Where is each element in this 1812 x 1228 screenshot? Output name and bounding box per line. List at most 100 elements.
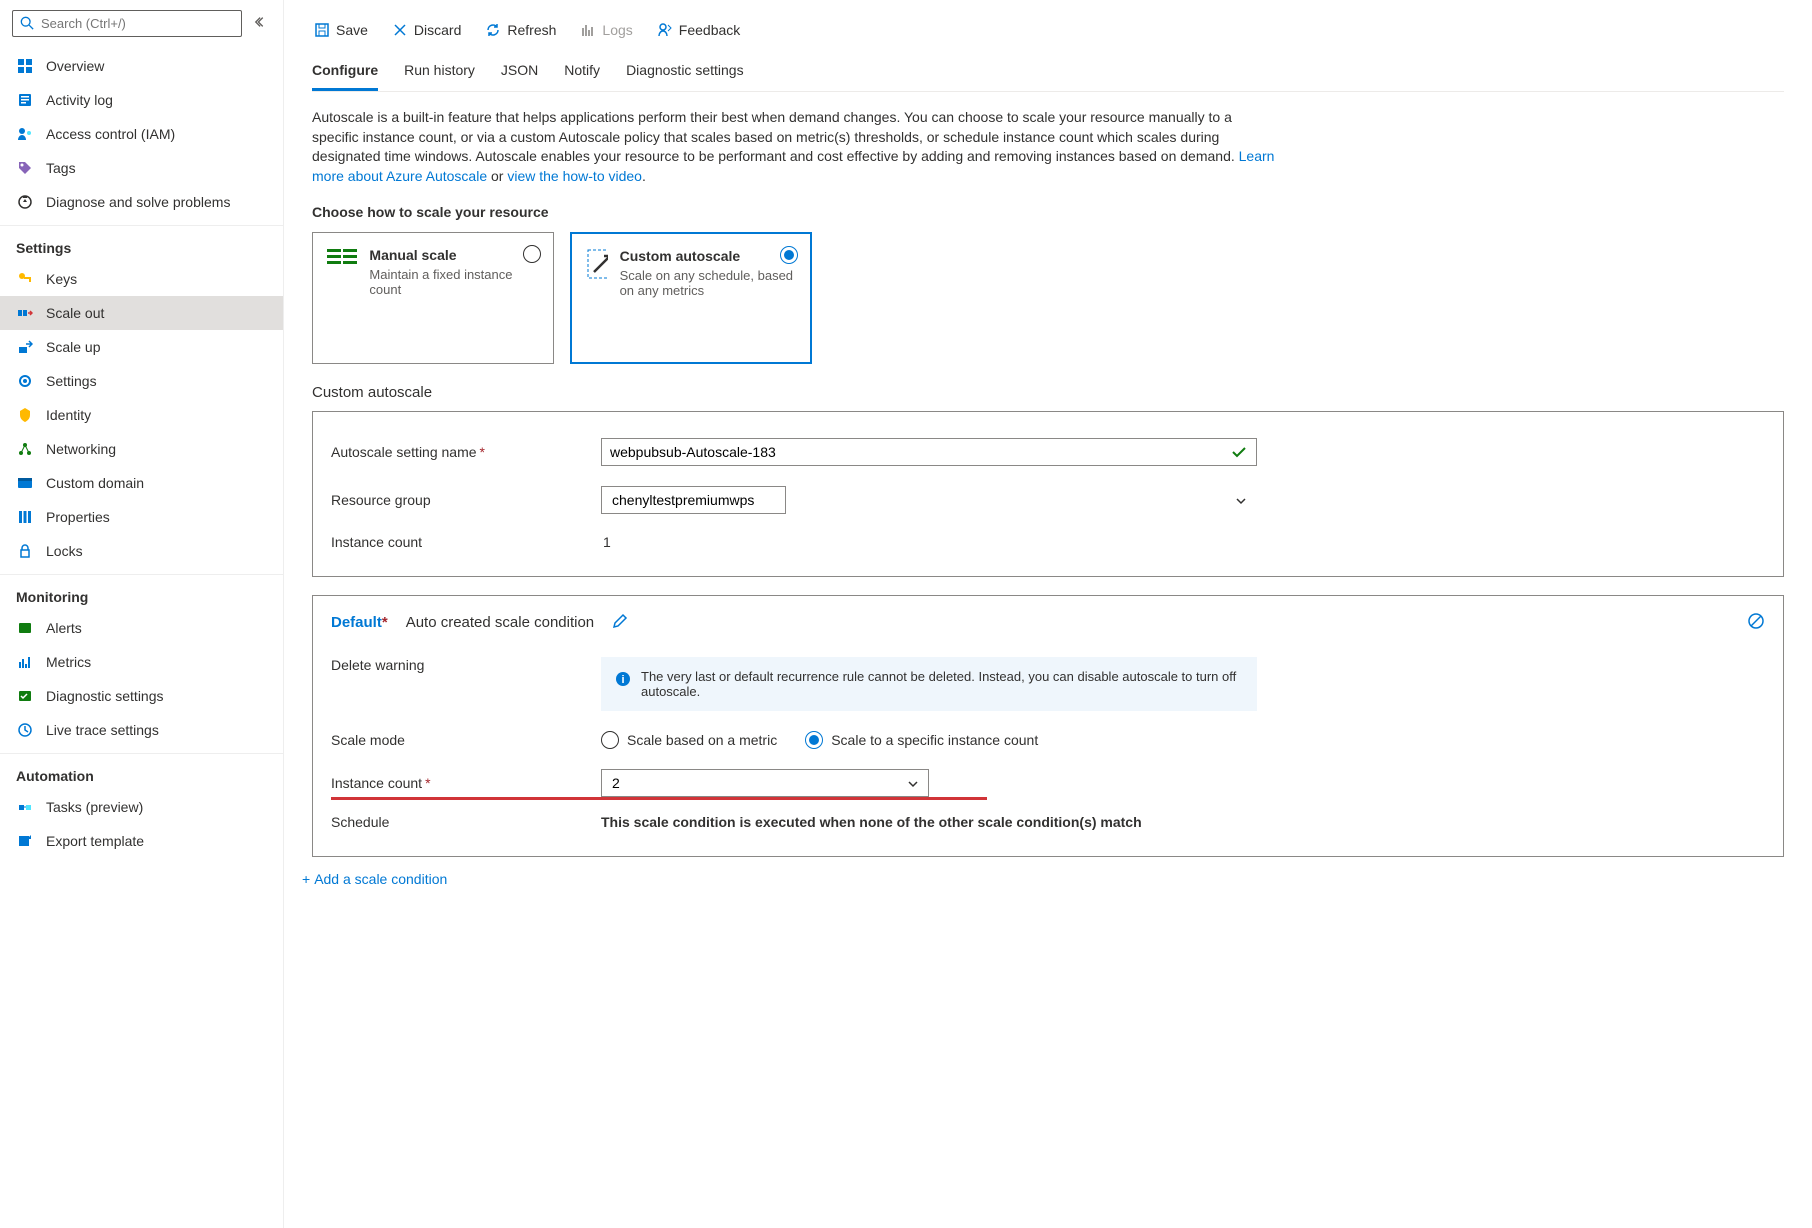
nav-label: Overview xyxy=(46,58,104,74)
nav-label: Diagnose and solve problems xyxy=(46,194,230,210)
nav-label: Tags xyxy=(46,160,76,176)
custom-autoscale-title: Custom autoscale xyxy=(312,384,1784,401)
radio-metric[interactable]: Scale based on a metric xyxy=(601,731,777,749)
activity-log-icon xyxy=(16,91,34,109)
networking-icon xyxy=(16,440,34,458)
svg-text:i: i xyxy=(621,674,624,686)
instance-count-label: Instance count xyxy=(331,534,601,550)
save-button[interactable]: Save xyxy=(312,18,370,42)
scale-condition-panel: Default* Auto created scale condition De… xyxy=(312,595,1784,857)
scale-mode-label: Scale mode xyxy=(331,732,601,748)
scale-up-icon xyxy=(16,338,34,356)
nav-label: Scale out xyxy=(46,305,104,321)
identity-icon xyxy=(16,406,34,424)
save-icon xyxy=(314,22,330,38)
nav-keys[interactable]: Keys xyxy=(0,262,283,296)
scale-out-icon xyxy=(16,304,34,322)
nav-label: Diagnostic settings xyxy=(46,688,164,704)
nav-properties[interactable]: Properties xyxy=(0,500,283,534)
radio-specific[interactable]: Scale to a specific instance count xyxy=(805,731,1038,749)
nav-settings[interactable]: Settings xyxy=(0,364,283,398)
search-icon xyxy=(20,16,34,30)
nav-label: Identity xyxy=(46,407,91,423)
search-input[interactable] xyxy=(12,10,242,37)
nav-alerts[interactable]: Alerts xyxy=(0,611,283,645)
nav-label: Scale up xyxy=(46,339,100,355)
discard-icon xyxy=(392,22,408,38)
radio-circle xyxy=(601,731,619,749)
keys-icon xyxy=(16,270,34,288)
nav-activity-log[interactable]: Activity log xyxy=(0,83,283,117)
tabs: Configure Run history JSON Notify Diagno… xyxy=(312,54,1784,92)
nav-diagnose[interactable]: Diagnose and solve problems xyxy=(0,185,283,219)
cond-instance-count-input[interactable] xyxy=(601,769,929,797)
manual-scale-card[interactable]: Manual scale Maintain a fixed instance c… xyxy=(312,232,554,364)
export-icon xyxy=(16,832,34,850)
tab-run-history[interactable]: Run history xyxy=(404,54,475,91)
nav-metrics[interactable]: Metrics xyxy=(0,645,283,679)
refresh-icon xyxy=(485,22,501,38)
nav-locks[interactable]: Locks xyxy=(0,534,283,568)
howto-video-link[interactable]: view the how-to video xyxy=(507,168,642,184)
search-box xyxy=(12,10,271,37)
properties-icon xyxy=(16,508,34,526)
nav-section-settings: Settings xyxy=(0,225,283,262)
toolbar: Save Discard Refresh Logs Feedback xyxy=(312,18,1784,42)
tab-notify[interactable]: Notify xyxy=(564,54,600,91)
tab-configure[interactable]: Configure xyxy=(312,54,378,91)
gear-icon xyxy=(16,372,34,390)
condition-name: Auto created scale condition xyxy=(406,614,594,631)
autoscale-form: Autoscale setting name* Resource group c… xyxy=(312,411,1784,577)
diagnose-icon xyxy=(16,193,34,211)
nav-scale-up[interactable]: Scale up xyxy=(0,330,283,364)
edit-icon[interactable] xyxy=(612,613,628,632)
nav-section-monitoring: Monitoring xyxy=(0,574,283,611)
nav-label: Settings xyxy=(46,373,97,389)
disable-icon[interactable] xyxy=(1747,612,1765,633)
nav-label: Keys xyxy=(46,271,77,287)
main-content: Save Discard Refresh Logs Feedback Confi… xyxy=(284,0,1812,1228)
live-trace-icon xyxy=(16,721,34,739)
iam-icon xyxy=(16,125,34,143)
scale-mode-radios: Scale based on a metric Scale to a speci… xyxy=(601,731,1038,749)
nav-scale-out[interactable]: Scale out xyxy=(0,296,283,330)
manual-scale-icon xyxy=(327,247,357,271)
tab-diagnostic-settings[interactable]: Diagnostic settings xyxy=(626,54,744,91)
collapse-sidebar-icon[interactable] xyxy=(254,15,268,32)
nav-custom-domain[interactable]: Custom domain xyxy=(0,466,283,500)
nav-diagnostic-settings[interactable]: Diagnostic settings xyxy=(0,679,283,713)
add-scale-condition-link[interactable]: + Add a scale condition xyxy=(302,871,1784,887)
resource-group-label: Resource group xyxy=(331,492,601,508)
delete-warning-label: Delete warning xyxy=(331,657,601,673)
chevron-down-icon xyxy=(1235,495,1247,507)
nav-label: Metrics xyxy=(46,654,91,670)
nav-label: Activity log xyxy=(46,92,113,108)
setting-name-input[interactable] xyxy=(601,438,1257,466)
resource-group-select[interactable]: chenyltestpremiumwps xyxy=(601,486,786,514)
alerts-icon xyxy=(16,619,34,637)
locks-icon xyxy=(16,542,34,560)
nav-live-trace[interactable]: Live trace settings xyxy=(0,713,283,747)
nav-label: Properties xyxy=(46,509,110,525)
nav-label: Export template xyxy=(46,833,144,849)
nav-access-control[interactable]: Access control (IAM) xyxy=(0,117,283,151)
feedback-button[interactable]: Feedback xyxy=(655,18,742,42)
refresh-button[interactable]: Refresh xyxy=(483,18,558,42)
nav-tasks[interactable]: Tasks (preview) xyxy=(0,790,283,824)
nav-label: Networking xyxy=(46,441,116,457)
nav-tags[interactable]: Tags xyxy=(0,151,283,185)
feedback-icon xyxy=(657,22,673,38)
checkmark-icon xyxy=(1231,444,1247,460)
tab-json[interactable]: JSON xyxy=(501,54,538,91)
nav-overview[interactable]: Overview xyxy=(0,49,283,83)
discard-button[interactable]: Discard xyxy=(390,18,463,42)
choose-scale-title: Choose how to scale your resource xyxy=(312,204,1784,220)
description: Autoscale is a built-in feature that hel… xyxy=(312,108,1282,186)
nav-networking[interactable]: Networking xyxy=(0,432,283,466)
nav-export-template[interactable]: Export template xyxy=(0,824,283,858)
custom-autoscale-card[interactable]: Custom autoscale Scale on any schedule, … xyxy=(570,232,812,364)
nav-identity[interactable]: Identity xyxy=(0,398,283,432)
setting-name-label: Autoscale setting name* xyxy=(331,444,601,460)
diag-settings-icon xyxy=(16,687,34,705)
radio-circle-checked xyxy=(805,731,823,749)
